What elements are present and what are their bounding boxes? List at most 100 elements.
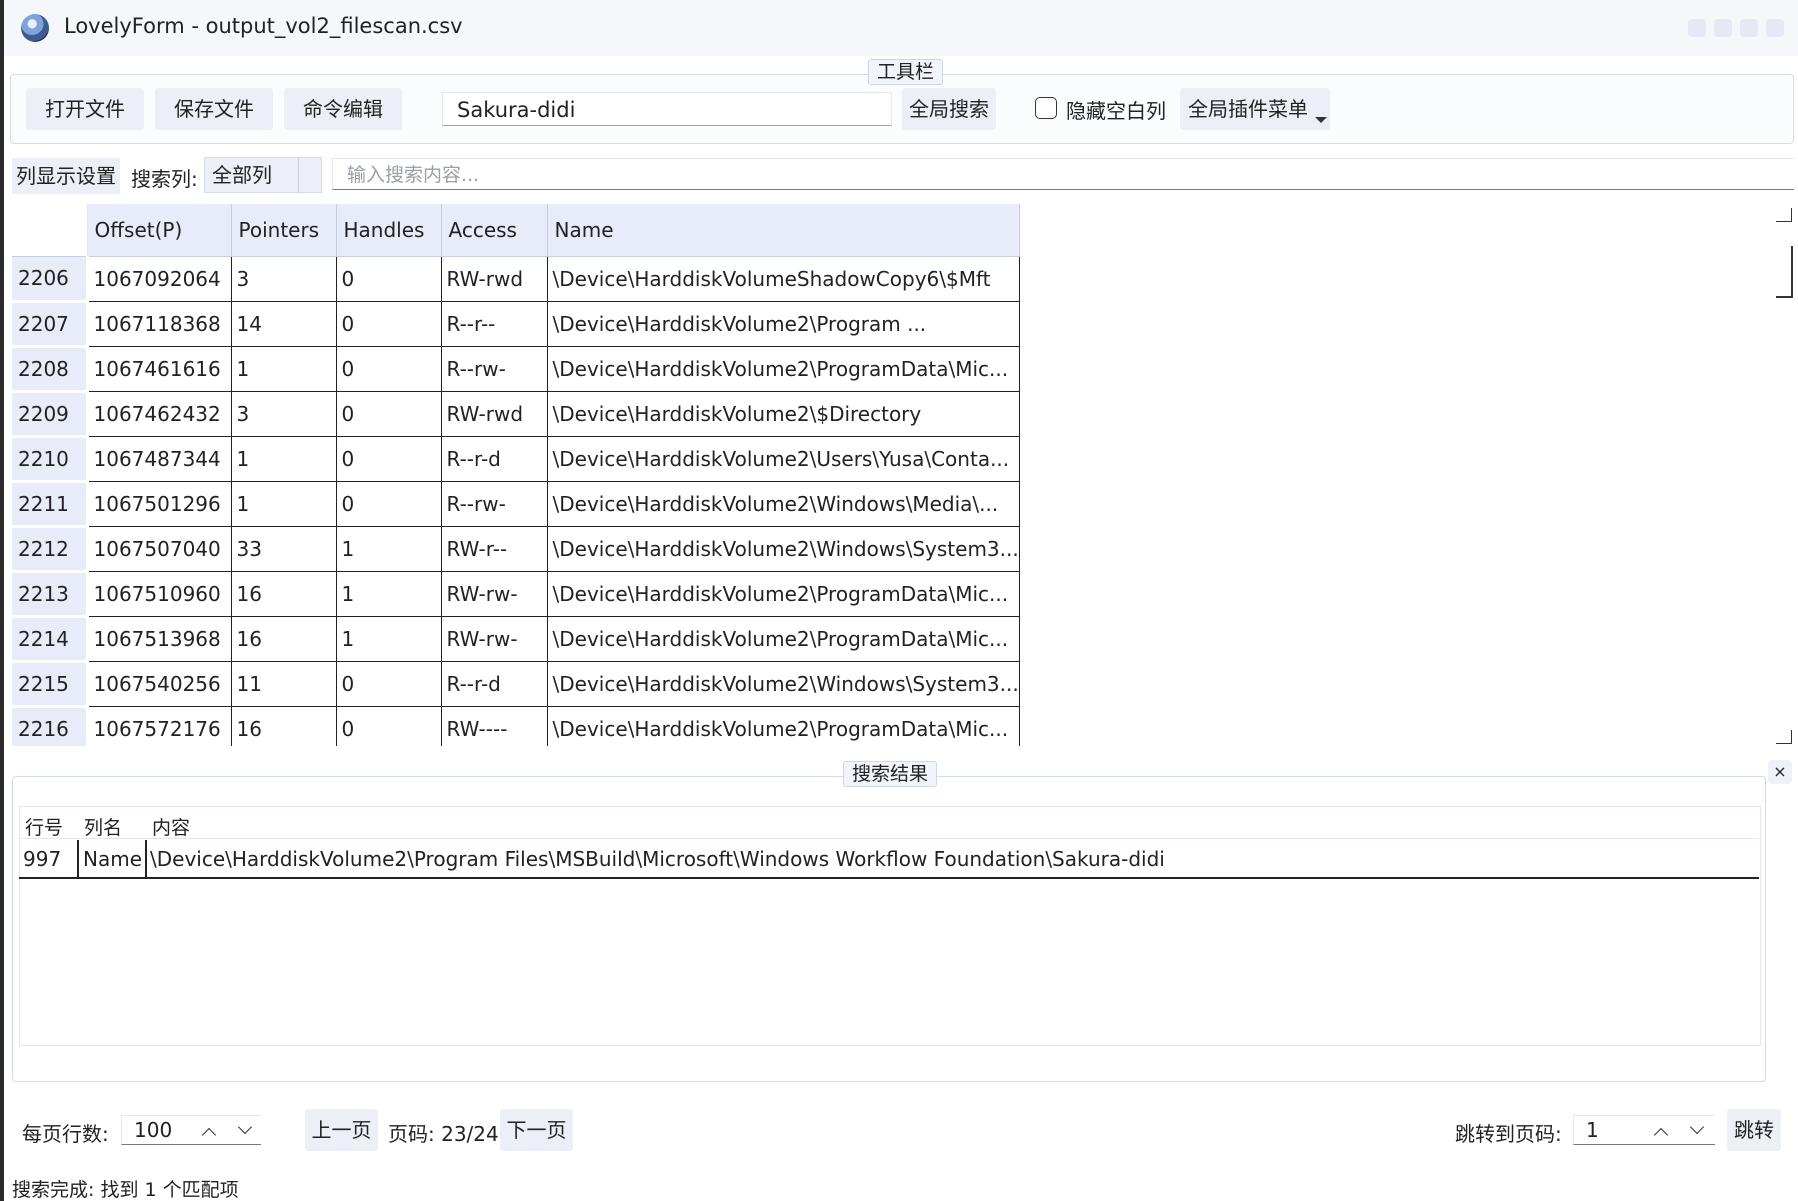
column-header-name[interactable]: Name bbox=[547, 204, 1020, 257]
cell-pointers[interactable]: 33 bbox=[231, 526, 337, 572]
cell-name[interactable]: \Device\HarddiskVolume2\ProgramData\Mic.… bbox=[547, 616, 1020, 662]
row-number[interactable]: 2206 bbox=[12, 256, 89, 303]
cell-offset[interactable]: 1067510960 bbox=[87, 571, 232, 617]
table-row[interactable]: 2212 1067507040 33 1 RW-r-- \Device\HarddiskV… bbox=[12, 526, 1020, 573]
cell-offset[interactable]: 1067461616 bbox=[87, 346, 232, 392]
row-number[interactable]: 2210 bbox=[12, 436, 89, 483]
maximize-button[interactable] bbox=[1740, 19, 1758, 37]
cell-pointers[interactable]: 3 bbox=[231, 391, 337, 437]
close-results-icon[interactable]: × bbox=[1768, 760, 1792, 784]
row-number[interactable]: 2207 bbox=[12, 301, 89, 348]
cell-handles[interactable]: 0 bbox=[336, 391, 442, 437]
cell-access[interactable]: R--r-- bbox=[441, 301, 548, 347]
cell-access[interactable]: RW-rw- bbox=[441, 571, 548, 617]
cell-name[interactable]: \Device\HarddiskVolume2\Windows\System3.… bbox=[547, 526, 1020, 572]
cell-offset[interactable]: 1067487344 bbox=[87, 436, 232, 482]
cell-pointers[interactable]: 3 bbox=[231, 256, 337, 302]
command-edit-button[interactable]: 命令编辑 bbox=[284, 88, 402, 130]
cell-handles[interactable]: 0 bbox=[336, 436, 442, 482]
cell-offset[interactable]: 1067540256 bbox=[87, 661, 232, 707]
cell-access[interactable]: R--r-d bbox=[441, 661, 548, 707]
cell-offset[interactable]: 1067572176 bbox=[87, 706, 232, 746]
cell-name[interactable]: \Device\HarddiskVolume2\Windows\Media\..… bbox=[547, 481, 1020, 527]
table-row[interactable]: 2210 1067487344 1 0 R--r-d \Device\HarddiskVo… bbox=[12, 436, 1020, 483]
cell-handles[interactable]: 0 bbox=[336, 661, 442, 707]
cell-offset[interactable]: 1067092064 bbox=[87, 256, 232, 302]
cell-access[interactable]: RW-rwd bbox=[441, 256, 548, 302]
next-page-button[interactable]: 下一页 bbox=[500, 1109, 573, 1151]
cell-pointers[interactable]: 16 bbox=[231, 706, 337, 746]
table-row[interactable]: 2215 1067540256 11 0 R--r-d \Device\HarddiskV… bbox=[12, 661, 1020, 708]
cell-name[interactable]: \Device\HarddiskVolume2\Users\Yusa\Conta… bbox=[547, 436, 1020, 482]
column-header-offset[interactable]: Offset(P) bbox=[87, 204, 232, 257]
column-header-pointers[interactable]: Pointers bbox=[231, 204, 337, 257]
global-search-input[interactable]: Sakura-didi bbox=[442, 92, 892, 126]
help-button[interactable] bbox=[1688, 19, 1706, 37]
cell-pointers[interactable]: 16 bbox=[231, 616, 337, 662]
plugin-menu-button[interactable]: 全局插件菜单 bbox=[1180, 88, 1330, 130]
cell-pointers[interactable]: 1 bbox=[231, 481, 337, 527]
scroll-up-button[interactable] bbox=[1776, 208, 1792, 222]
open-file-button[interactable]: 打开文件 bbox=[26, 88, 144, 130]
cell-access[interactable]: R--r-d bbox=[441, 436, 548, 482]
search-content-input[interactable]: 输入搜索内容... bbox=[332, 158, 1794, 190]
cell-handles[interactable]: 1 bbox=[336, 571, 442, 617]
cell-offset[interactable]: 1067501296 bbox=[87, 481, 232, 527]
row-number[interactable]: 2214 bbox=[12, 616, 89, 663]
cell-handles[interactable]: 1 bbox=[336, 616, 442, 662]
scroll-down-button[interactable] bbox=[1776, 730, 1792, 744]
table-row[interactable]: 2216 1067572176 16 0 RW---- \Device\HarddiskV… bbox=[12, 706, 1020, 746]
row-number[interactable]: 2211 bbox=[12, 481, 89, 528]
table-row[interactable]: 2208 1067461616 1 0 R--rw- \Device\HarddiskVo… bbox=[12, 346, 1020, 393]
cell-name[interactable]: \Device\HarddiskVolume2\$Directory bbox=[547, 391, 1020, 437]
cell-access[interactable]: RW---- bbox=[441, 706, 548, 746]
goto-page-button[interactable]: 跳转 bbox=[1727, 1109, 1781, 1151]
column-settings-button[interactable]: 列显示设置 bbox=[12, 158, 120, 194]
cell-offset[interactable]: 1067118368 bbox=[87, 301, 232, 347]
column-header-access[interactable]: Access bbox=[441, 204, 548, 257]
cell-name[interactable]: \Device\HarddiskVolume2\ProgramData\Mic.… bbox=[547, 571, 1020, 617]
result-content[interactable]: \Device\HarddiskVolume2\Program Files\MS… bbox=[150, 847, 1165, 871]
row-number[interactable]: 2215 bbox=[12, 661, 89, 708]
cell-handles[interactable]: 0 bbox=[336, 346, 442, 392]
table-row[interactable]: 2209 1067462432 3 0 RW-rwd \Device\HarddiskVo… bbox=[12, 391, 1020, 438]
hide-empty-columns-checkbox[interactable] bbox=[1035, 97, 1057, 119]
cell-handles[interactable]: 0 bbox=[336, 256, 442, 302]
cell-access[interactable]: RW-r-- bbox=[441, 526, 548, 572]
cell-name[interactable]: \Device\HarddiskVolume2\ProgramData\Mic.… bbox=[547, 346, 1020, 392]
table-row[interactable]: 2211 1067501296 1 0 R--rw- \Device\HarddiskVo… bbox=[12, 481, 1020, 528]
result-column-name[interactable]: Name bbox=[83, 847, 142, 871]
global-search-button[interactable]: 全局搜索 bbox=[902, 88, 996, 130]
minimize-button[interactable] bbox=[1714, 19, 1732, 37]
cell-handles[interactable]: 0 bbox=[336, 481, 442, 527]
close-window-button[interactable] bbox=[1766, 19, 1784, 37]
column-header-handles[interactable]: Handles bbox=[336, 204, 442, 257]
row-number[interactable]: 2212 bbox=[12, 526, 89, 573]
result-row-number[interactable]: 997 bbox=[23, 847, 61, 871]
cell-pointers[interactable]: 1 bbox=[231, 436, 337, 482]
cell-name[interactable]: \Device\HarddiskVolumeShadowCopy6\$Mft bbox=[547, 256, 1020, 302]
cell-name[interactable]: \Device\HarddiskVolume2\Program ... bbox=[547, 301, 1020, 347]
vertical-scrollbar-thumb[interactable] bbox=[1776, 246, 1793, 298]
previous-page-button[interactable]: 上一页 bbox=[305, 1109, 378, 1151]
cell-access[interactable]: R--rw- bbox=[441, 481, 548, 527]
row-number[interactable]: 2213 bbox=[12, 571, 89, 618]
search-column-select[interactable]: 全部列 bbox=[204, 157, 322, 193]
table-row[interactable]: 2213 1067510960 16 1 RW-rw- \Device\HarddiskV… bbox=[12, 571, 1020, 618]
row-number[interactable]: 2216 bbox=[12, 706, 89, 746]
row-number[interactable]: 2209 bbox=[12, 391, 89, 438]
cell-handles[interactable]: 0 bbox=[336, 706, 442, 746]
table-row[interactable]: 2214 1067513968 16 1 RW-rw- \Device\HarddiskV… bbox=[12, 616, 1020, 663]
cell-access[interactable]: RW-rwd bbox=[441, 391, 548, 437]
table-row[interactable]: 2206 1067092064 3 0 RW-rwd \Device\HarddiskVo… bbox=[12, 256, 1020, 303]
cell-pointers[interactable]: 11 bbox=[231, 661, 337, 707]
cell-pointers[interactable]: 16 bbox=[231, 571, 337, 617]
table-row[interactable]: 2207 1067118368 14 0 R--r-- \Device\HarddiskV… bbox=[12, 301, 1020, 348]
cell-offset[interactable]: 1067507040 bbox=[87, 526, 232, 572]
cell-access[interactable]: R--rw- bbox=[441, 346, 548, 392]
cell-handles[interactable]: 0 bbox=[336, 301, 442, 347]
cell-name[interactable]: \Device\HarddiskVolume2\Windows\System3.… bbox=[547, 661, 1020, 707]
cell-offset[interactable]: 1067513968 bbox=[87, 616, 232, 662]
cell-name[interactable]: \Device\HarddiskVolume2\ProgramData\Mic.… bbox=[547, 706, 1020, 746]
cell-pointers[interactable]: 14 bbox=[231, 301, 337, 347]
